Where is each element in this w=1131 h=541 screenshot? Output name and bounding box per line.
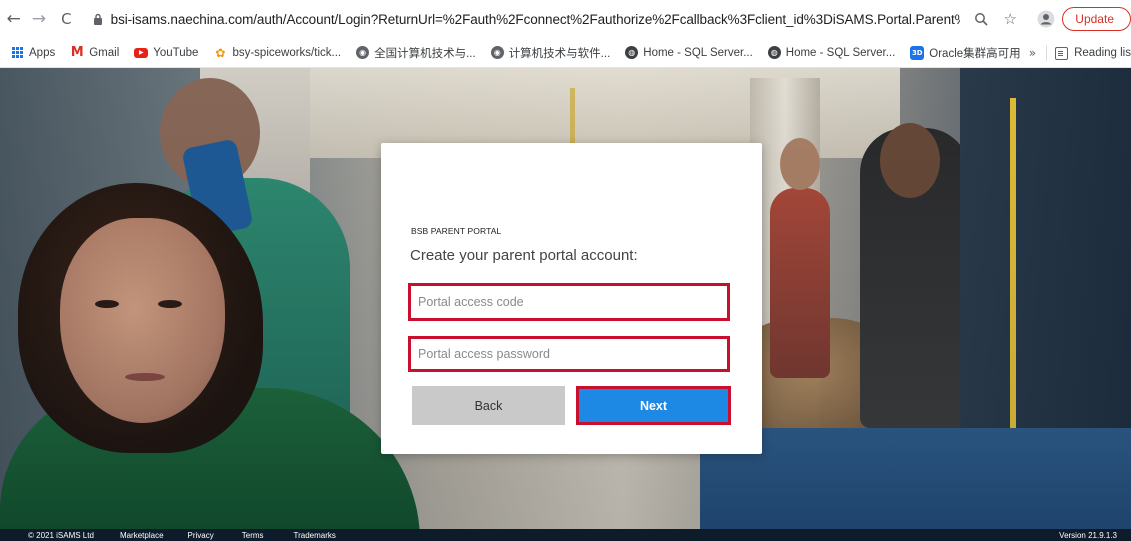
access-code-input[interactable] xyxy=(408,283,730,321)
bookmark-ncre[interactable]: ◉ 全国计算机技术与... xyxy=(356,45,476,61)
marketplace-link[interactable]: Marketplace xyxy=(120,531,164,540)
back-button[interactable]: Back xyxy=(412,386,565,425)
bookmark-label: Home - SQL Server... xyxy=(785,46,896,59)
copyright-text: © 2021 iSAMS Ltd xyxy=(28,530,94,540)
bookmark-label: 全国计算机技术与... xyxy=(374,47,476,60)
address-bar[interactable]: bsi-isams.naechina.com/auth/Account/Logi… xyxy=(111,12,961,27)
gmail-icon: M xyxy=(70,45,84,60)
bookmark-label: Gmail xyxy=(89,46,120,59)
site-icon: ◉ xyxy=(490,46,504,59)
reading-list-icon xyxy=(1055,46,1069,60)
bookmark-apps[interactable]: Apps xyxy=(10,46,55,60)
oracle-icon: 3D xyxy=(910,45,925,60)
trademarks-link[interactable]: Trademarks xyxy=(294,531,336,540)
bookmark-label: Home - SQL Server... xyxy=(643,46,753,59)
bookmark-spiceworks[interactable]: ✿ bsy-spiceworks/tick... xyxy=(213,46,341,60)
page-footer: © 2021 iSAMS Ltd Marketplace Privacy Ter… xyxy=(0,529,1131,541)
divider xyxy=(1046,45,1048,61)
globe-icon: ◍ xyxy=(767,46,781,59)
more-bookmarks-icon[interactable]: » xyxy=(1029,46,1036,60)
version-text: Version 21.9.1.3 xyxy=(1059,530,1117,540)
bookmarks-right: » Reading lis xyxy=(1020,38,1131,67)
update-button[interactable]: Update xyxy=(1062,7,1131,31)
lock-icon[interactable] xyxy=(91,12,105,26)
bookmark-label: bsy-spiceworks/tick... xyxy=(232,46,342,59)
privacy-link[interactable]: Privacy xyxy=(188,531,214,540)
globe-icon: ◍ xyxy=(625,46,639,59)
site-icon: ◉ xyxy=(356,46,370,59)
bookmark-youtube[interactable]: ▶ YouTube xyxy=(134,47,198,59)
profile-icon[interactable] xyxy=(1035,8,1056,30)
page-title: Create your parent portal account: xyxy=(410,247,638,264)
bookmark-label: YouTube xyxy=(153,46,199,59)
bookmark-oracle[interactable]: 3D Oracle集群高可用... xyxy=(910,45,1030,61)
spiceworks-icon: ✿ xyxy=(215,45,226,60)
access-password-input[interactable] xyxy=(408,336,730,372)
portal-label: BSB PARENT PORTAL xyxy=(411,226,502,236)
back-arrow-icon[interactable]: ← xyxy=(3,8,24,30)
zoom-icon[interactable] xyxy=(970,8,991,30)
bookmarks-bar: Apps M Gmail ▶ YouTube ✿ bsy-spiceworks/… xyxy=(0,38,1131,68)
bookmark-ruankao[interactable]: ◉ 计算机技术与软件... xyxy=(490,45,611,61)
terms-link[interactable]: Terms xyxy=(242,531,264,540)
bookmark-label: Oracle集群高可用... xyxy=(929,47,1031,60)
bookmark-sql-server-1[interactable]: ◍ Home - SQL Server... xyxy=(625,46,753,59)
apps-grid-icon xyxy=(10,46,24,60)
login-card: BSB PARENT PORTAL Create your parent por… xyxy=(381,143,762,454)
reading-list-button[interactable]: Reading lis xyxy=(1074,47,1131,59)
browser-toolbar: ← → C bsi-isams.naechina.com/auth/Accoun… xyxy=(0,0,1131,38)
bookmark-label: Apps xyxy=(29,46,56,59)
reload-icon[interactable]: C xyxy=(56,8,77,30)
page-content: BSB PARENT PORTAL Create your parent por… xyxy=(0,68,1131,541)
bookmark-star-icon[interactable]: ☆ xyxy=(1000,8,1021,30)
bookmark-gmail[interactable]: M Gmail xyxy=(70,45,120,60)
next-button[interactable]: Next xyxy=(576,386,731,425)
bookmark-sql-server-2[interactable]: ◍ Home - SQL Server... xyxy=(767,46,896,59)
youtube-icon: ▶ xyxy=(134,47,149,58)
forward-arrow-icon[interactable]: → xyxy=(28,8,49,30)
bookmark-label: 计算机技术与软件... xyxy=(508,47,611,60)
